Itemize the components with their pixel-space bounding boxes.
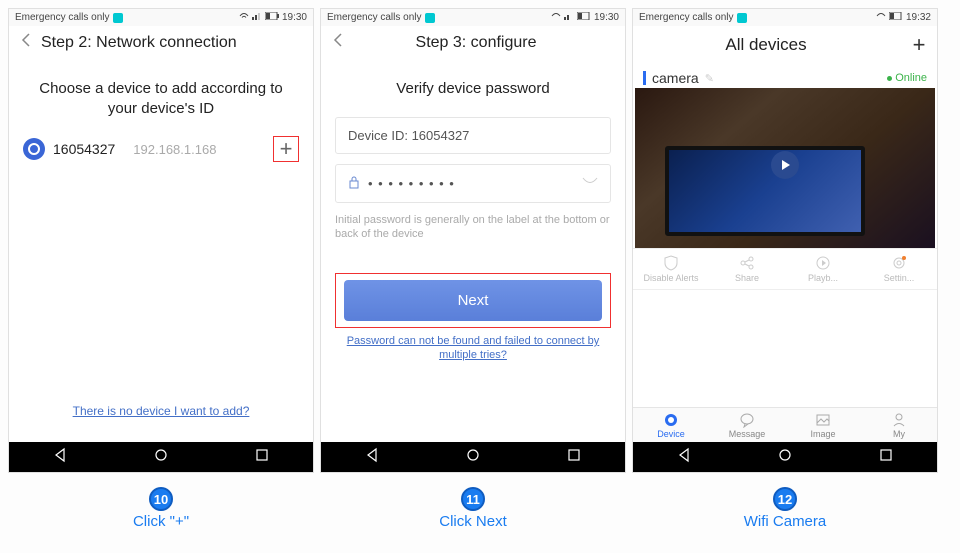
preview-content <box>665 146 865 236</box>
no-device-link[interactable]: There is no device I want to add? <box>23 404 299 418</box>
accent-bar <box>643 71 646 85</box>
wifi-icon <box>551 11 561 24</box>
step-badge: 12 <box>773 487 797 511</box>
camera-preview[interactable] <box>635 88 935 248</box>
next-button[interactable]: Next <box>344 280 602 321</box>
battery-icon <box>577 12 591 23</box>
camera-header: camera ✎ Online <box>633 64 937 88</box>
notification-icon <box>425 13 435 23</box>
subtitle-text: Verify device password <box>335 79 611 99</box>
gear-icon <box>891 255 907 271</box>
android-back-button[interactable] <box>364 447 380 468</box>
status-bar: Emergency calls only 19:30 <box>9 9 313 26</box>
status-bar: Emergency calls only 19:32 <box>633 9 937 26</box>
page-title: Step 2: Network connection <box>41 34 305 52</box>
wifi-icon <box>876 11 886 24</box>
hint-text: Initial password is generally on the lab… <box>335 213 611 242</box>
camera-icon <box>23 138 45 160</box>
device-icon <box>663 412 679 428</box>
phone-screen-1: Emergency calls only 19:30 Step 2: N <box>8 8 314 473</box>
add-device-button[interactable]: + <box>273 136 299 162</box>
password-help-link[interactable]: Password can not be found and failed to … <box>335 334 611 363</box>
message-icon <box>739 412 755 428</box>
signal-icon <box>564 11 574 24</box>
device-id-text: 16054327 <box>53 141 115 157</box>
password-field[interactable]: • • • • • • • • • <box>335 164 611 203</box>
carrier-text: Emergency calls only <box>15 12 109 23</box>
lock-icon <box>348 175 360 192</box>
caption-11: 11 Click Next <box>320 487 626 530</box>
caption-row: 10 Click "+" 11 Click Next 12 Wifi Camer… <box>0 487 960 530</box>
caption-10: 10 Click "+" <box>8 487 314 530</box>
android-nav-bar <box>9 442 313 472</box>
battery-icon <box>889 12 903 23</box>
page-title: All devices <box>641 35 891 55</box>
caption-12: 12 Wifi Camera <box>632 487 938 530</box>
device-ip-text: 192.168.1.168 <box>123 142 265 157</box>
caption-text: Click "+" <box>8 513 314 530</box>
shield-icon <box>663 255 679 271</box>
password-value: • • • • • • • • • <box>368 176 455 191</box>
highlight-box: Next <box>335 273 611 328</box>
app-header: Step 2: Network connection <box>9 26 313 59</box>
status-bar: Emergency calls only 19:30 <box>321 9 625 26</box>
status-badge: Online <box>887 72 927 84</box>
nav-image[interactable]: Image <box>785 408 861 442</box>
android-home-button[interactable] <box>153 447 169 468</box>
image-icon <box>815 412 831 428</box>
eye-icon[interactable] <box>582 176 598 190</box>
bottom-nav: Device Message Image My <box>633 407 937 442</box>
android-home-button[interactable] <box>465 447 481 468</box>
clock-text: 19:30 <box>282 12 307 23</box>
android-recents-button[interactable] <box>254 447 270 468</box>
action-row: Disable Alerts Share Playb... Settin... <box>633 248 937 290</box>
wifi-icon <box>239 11 249 24</box>
share-icon <box>739 255 755 271</box>
notification-icon <box>737 13 747 23</box>
android-home-button[interactable] <box>777 447 793 468</box>
step-badge: 10 <box>149 487 173 511</box>
caption-text: Wifi Camera <box>632 513 938 530</box>
carrier-text: Emergency calls only <box>639 12 733 23</box>
back-icon[interactable] <box>17 32 35 53</box>
device-row[interactable]: 16054327 192.168.1.168 + <box>23 136 299 168</box>
nav-my[interactable]: My <box>861 408 937 442</box>
edit-icon[interactable]: ✎ <box>705 72 714 85</box>
share-button[interactable]: Share <box>709 249 785 289</box>
device-id-value: Device ID: 16054327 <box>348 128 469 143</box>
profile-icon <box>891 412 907 428</box>
clock-text: 19:32 <box>906 12 931 23</box>
step-badge: 11 <box>461 487 485 511</box>
camera-name: camera <box>652 70 699 86</box>
carrier-text: Emergency calls only <box>327 12 421 23</box>
play-button[interactable] <box>771 151 799 179</box>
notification-icon <box>113 13 123 23</box>
phone-screen-3: Emergency calls only 19:32 All devices +… <box>632 8 938 473</box>
android-recents-button[interactable] <box>566 447 582 468</box>
android-back-button[interactable] <box>52 447 68 468</box>
playback-icon <box>815 255 831 271</box>
page-title: Step 3: configure <box>353 34 599 52</box>
nav-message[interactable]: Message <box>709 408 785 442</box>
app-header: Step 3: configure <box>321 26 625 59</box>
subtitle-text: Choose a device to add according to your… <box>23 79 299 118</box>
android-recents-button[interactable] <box>878 447 894 468</box>
android-nav-bar <box>633 442 937 472</box>
add-button[interactable]: + <box>909 32 929 58</box>
settings-button[interactable]: Settin... <box>861 249 937 289</box>
app-header: All devices + <box>633 26 937 64</box>
playback-button[interactable]: Playb... <box>785 249 861 289</box>
phone-screen-2: Emergency calls only 19:30 Step 3: confi… <box>320 8 626 473</box>
battery-icon <box>265 12 279 23</box>
back-icon[interactable] <box>329 32 347 53</box>
caption-text: Click Next <box>320 513 626 530</box>
device-id-field[interactable]: Device ID: 16054327 <box>335 117 611 154</box>
disable-alerts-button[interactable]: Disable Alerts <box>633 249 709 289</box>
signal-icon <box>252 11 262 24</box>
clock-text: 19:30 <box>594 12 619 23</box>
nav-device[interactable]: Device <box>633 408 709 442</box>
android-back-button[interactable] <box>676 447 692 468</box>
screenshot-row: Emergency calls only 19:30 Step 2: N <box>0 0 960 481</box>
android-nav-bar <box>321 442 625 472</box>
